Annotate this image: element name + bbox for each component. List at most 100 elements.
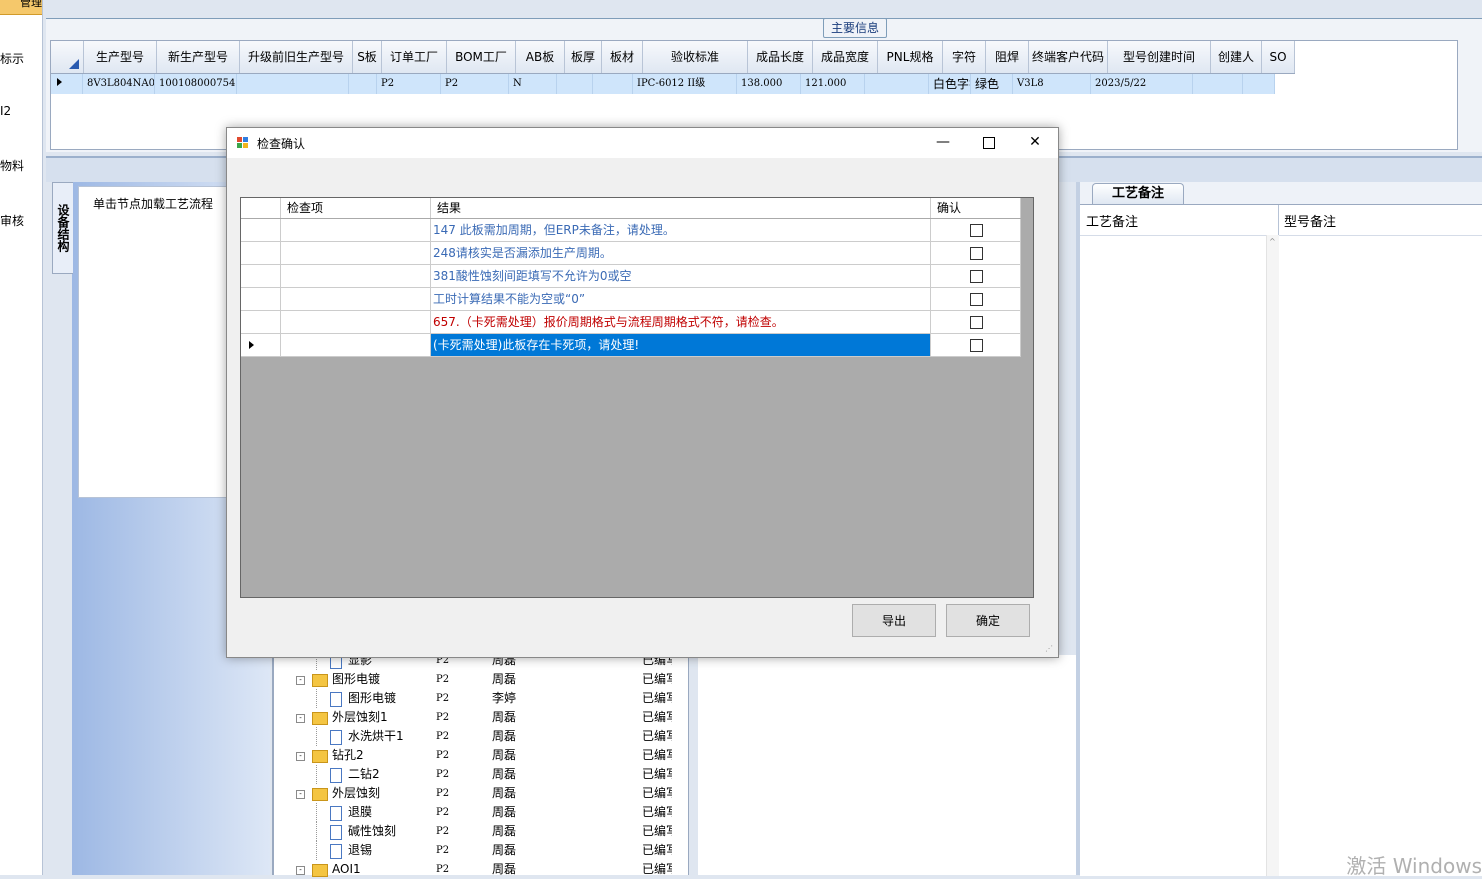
main-col-header[interactable]: 验收标准: [643, 41, 748, 73]
result-cell[interactable]: 381酸性蚀刻间距填写不允许为0或空: [431, 265, 931, 288]
row-selector[interactable]: [51, 74, 83, 94]
main-cell[interactable]: 138.000: [737, 74, 801, 94]
collapse-icon[interactable]: -: [296, 676, 305, 685]
main-cell[interactable]: 10010800075426: [155, 74, 237, 94]
tree-node[interactable]: 退膜 P2 周磊 已编写: [274, 803, 690, 822]
close-button[interactable]: ✕: [1012, 128, 1058, 158]
nav-item-2[interactable]: 物料: [0, 157, 24, 174]
maximize-button[interactable]: [966, 128, 1012, 158]
confirm-checkbox[interactable]: [970, 339, 983, 352]
main-col-header[interactable]: AB板: [516, 41, 565, 73]
main-cell[interactable]: IPC-6012 II级: [633, 74, 737, 94]
tree-node[interactable]: - 外层蚀刻 P2 周磊 已编写: [274, 784, 690, 803]
main-cell[interactable]: [1193, 74, 1243, 94]
main-cell[interactable]: V3L8: [1013, 74, 1091, 94]
main-col-header[interactable]: 订单工厂: [382, 41, 447, 73]
tree-node[interactable]: - AOI1 P2 周磊 已编写: [274, 860, 690, 879]
result-cell[interactable]: 工时计算结果不能为空或“0”: [431, 288, 931, 311]
main-cell[interactable]: N: [509, 74, 557, 94]
collapse-icon[interactable]: -: [296, 866, 305, 875]
tab-process-notes[interactable]: 工艺备注: [1092, 183, 1184, 204]
main-cell[interactable]: [237, 74, 349, 94]
main-col-header[interactable]: PNL规格: [878, 41, 943, 73]
main-cell[interactable]: [1243, 74, 1275, 94]
check-item-cell[interactable]: [281, 242, 431, 265]
main-cell[interactable]: P2: [441, 74, 509, 94]
main-cell[interactable]: 绿色: [971, 74, 1013, 94]
main-col-header[interactable]: 生产型号: [84, 41, 157, 73]
main-col-header[interactable]: 新生产型号: [157, 41, 240, 73]
confirm-checkbox[interactable]: [970, 224, 983, 237]
minimize-button[interactable]: —: [920, 128, 966, 158]
check-row[interactable]: 147 此板需加周期，但ERP未备注，请处理。: [241, 219, 1021, 242]
check-row[interactable]: 657.（卡死需处理）报价周期格式与流程周期格式不符，请检查。: [241, 311, 1021, 334]
ok-button[interactable]: 确定: [946, 604, 1030, 637]
col-confirm[interactable]: 确认: [931, 198, 1021, 218]
tree-node[interactable]: 图形电镀 P2 李婷 已编写: [274, 689, 690, 708]
confirm-checkbox[interactable]: [970, 293, 983, 306]
confirm-checkbox[interactable]: [970, 247, 983, 260]
check-row[interactable]: 工时计算结果不能为空或“0”: [241, 288, 1021, 311]
main-col-header[interactable]: 成品长度: [748, 41, 813, 73]
main-cell[interactable]: 8V3L804NA0: [83, 74, 155, 94]
result-cell[interactable]: 657.（卡死需处理）报价周期格式与流程周期格式不符，请检查。: [431, 311, 931, 334]
row-header-cell[interactable]: [241, 242, 281, 265]
main-cell[interactable]: P2: [377, 74, 441, 94]
confirm-cell[interactable]: [931, 242, 1021, 265]
tree-node[interactable]: 二钻2 P2 周磊 已编写: [274, 765, 690, 784]
confirm-cell[interactable]: [931, 288, 1021, 311]
main-col-header[interactable]: BOM工厂: [447, 41, 516, 73]
resize-grip-icon[interactable]: ⋰: [1045, 644, 1055, 654]
confirm-checkbox[interactable]: [970, 270, 983, 283]
check-item-cell[interactable]: [281, 334, 431, 357]
confirm-cell[interactable]: [931, 311, 1021, 334]
tree-node[interactable]: - 钻孔2 P2 周磊 已编写: [274, 746, 690, 765]
check-item-cell[interactable]: [281, 288, 431, 311]
nav-item-1[interactable]: I2: [0, 104, 11, 118]
tree-node[interactable]: 退锡 P2 周磊 已编写: [274, 841, 690, 860]
check-row[interactable]: 381酸性蚀刻间距填写不允许为0或空: [241, 265, 1021, 288]
check-row[interactable]: (卡死需处理)此板存在卡死项，请处理!: [241, 334, 1021, 357]
confirm-cell[interactable]: [931, 334, 1021, 357]
notes-scrollbar[interactable]: ^: [1266, 235, 1279, 876]
main-col-header[interactable]: 终端客户代码: [1029, 41, 1108, 73]
main-col-header[interactable]: 阻焊: [986, 41, 1029, 73]
main-col-header[interactable]: 成品宽度: [813, 41, 878, 73]
check-item-cell[interactable]: [281, 219, 431, 242]
main-col-header[interactable]: 板材: [602, 41, 643, 73]
dialog-titlebar[interactable]: 检查确认 — ✕: [227, 128, 1058, 158]
main-col-header[interactable]: 创建人: [1211, 41, 1262, 73]
main-col-header[interactable]: 型号创建时间: [1108, 41, 1211, 73]
confirm-cell[interactable]: [931, 265, 1021, 288]
result-cell[interactable]: (卡死需处理)此板存在卡死项，请处理!: [431, 334, 931, 357]
collapse-icon[interactable]: -: [296, 790, 305, 799]
check-item-cell[interactable]: [281, 265, 431, 288]
col-result[interactable]: 结果: [431, 198, 931, 218]
main-cell[interactable]: 2023/5/22: [1091, 74, 1193, 94]
main-cell[interactable]: [865, 74, 929, 94]
main-cell[interactable]: [593, 74, 633, 94]
col-check-item[interactable]: 检查项: [281, 198, 431, 218]
main-cell[interactable]: [557, 74, 593, 94]
row-header-cell[interactable]: [241, 219, 281, 242]
main-cell[interactable]: [349, 74, 377, 94]
main-col-header[interactable]: 字符: [943, 41, 986, 73]
main-col-header[interactable]: 升级前旧生产型号: [240, 41, 353, 73]
check-item-cell[interactable]: [281, 311, 431, 334]
main-grid-row[interactable]: 8V3L804NA010010800075426P2P2NIPC-6012 II…: [51, 74, 1275, 94]
tab-device-structure[interactable]: 设备结构: [52, 182, 73, 274]
main-cell[interactable]: 白色字符: [929, 74, 971, 94]
tree-node[interactable]: - 外层蚀刻1 P2 周磊 已编写: [274, 708, 690, 727]
nav-item-3[interactable]: 审核: [0, 212, 24, 229]
row-header-cell[interactable]: [241, 334, 281, 357]
main-col-header[interactable]: SO: [1262, 41, 1295, 73]
check-row[interactable]: 248请核实是否漏添加生产周期。: [241, 242, 1021, 265]
nav-item-0[interactable]: 标示: [0, 50, 24, 67]
nav-tab-manage[interactable]: 管理: [0, 0, 42, 15]
scroll-up-icon[interactable]: ^: [1269, 237, 1276, 246]
tree-node[interactable]: 水洗烘干1 P2 周磊 已编写: [274, 727, 690, 746]
main-cell[interactable]: 121.000: [801, 74, 865, 94]
tree-node[interactable]: - 图形电镀 P2 周磊 已编写: [274, 670, 690, 689]
row-header-cell[interactable]: [241, 288, 281, 311]
confirm-cell[interactable]: [931, 219, 1021, 242]
